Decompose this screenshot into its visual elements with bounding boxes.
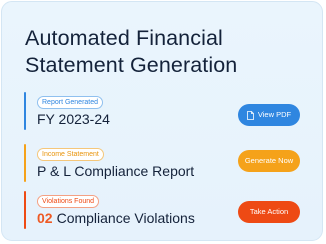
generate-now-button[interactable]: Generate Now: [238, 150, 300, 172]
accent-bar-red: [24, 191, 26, 229]
status-chip-income-statement: Income Statement: [37, 148, 104, 161]
accent-bar-blue: [24, 92, 26, 130]
accent-bar-orange: [24, 144, 26, 182]
compliance-violations-label: 02 Compliance Violations: [37, 209, 195, 227]
view-pdf-label: View PDF: [257, 110, 292, 119]
income-statement-row: Income Statement P & L Compliance Report…: [24, 144, 309, 182]
card-title-line-1: Automated Financial: [25, 26, 223, 50]
fiscal-year-label: FY 2023-24: [37, 111, 110, 127]
statement-generation-card: Automated Financial Statement Generation…: [1, 1, 323, 241]
pl-compliance-report-label: P & L Compliance Report: [37, 163, 195, 179]
document-icon: [246, 110, 254, 120]
view-pdf-button[interactable]: View PDF: [238, 104, 300, 126]
card-title: Automated Financial Statement Generation: [25, 25, 237, 79]
violations-text: Compliance Violations: [56, 210, 195, 226]
generate-now-label: Generate Now: [244, 156, 294, 165]
status-chip-violations-found: Violations Found: [37, 195, 100, 208]
violations-row: Violations Found 02 Compliance Violations…: [24, 191, 309, 229]
report-generated-row: Report Generated FY 2023-24 View PDF: [24, 92, 309, 130]
card-title-line-2: Statement Generation: [25, 53, 238, 77]
take-action-button[interactable]: Take Action: [238, 201, 300, 223]
violations-count: 02: [37, 210, 53, 226]
status-chip-report-generated: Report Generated: [37, 96, 104, 109]
take-action-label: Take Action: [249, 207, 289, 216]
